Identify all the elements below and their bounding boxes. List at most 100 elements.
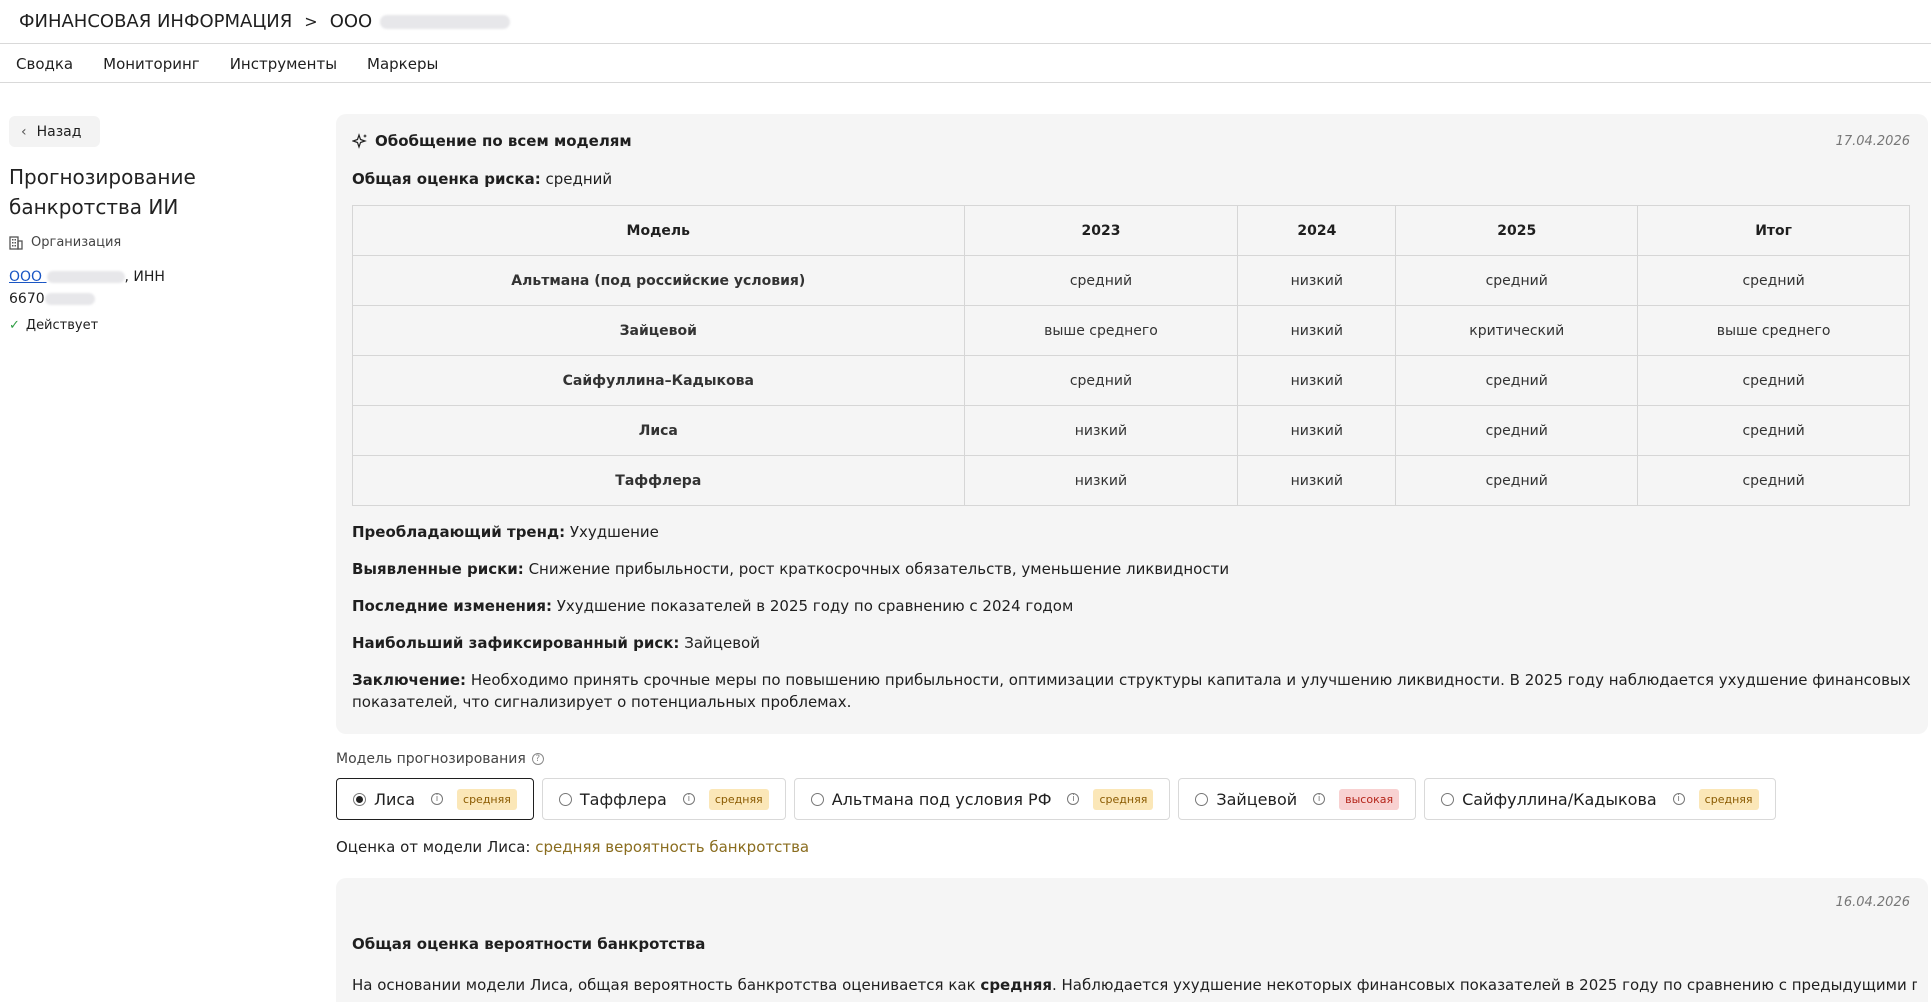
changes-label: Последние изменения: [352, 597, 552, 615]
table-cell: Таффлера [352, 455, 965, 506]
detail-date: 16.04.2026 [1835, 895, 1910, 910]
detail-text: На основании модели Лиса, общая вероятно… [352, 976, 1917, 994]
page-title: Прогнозирование банкротства ИИ [9, 165, 196, 219]
models-table: Модель 2023 2024 2025 Итог Альтмана (под… [352, 205, 1910, 506]
info-icon[interactable]: i [1672, 793, 1685, 805]
model-select-caption: Модель прогнозирования ? [336, 751, 544, 767]
detail-title: Общая оценка вероятности банкротства [352, 935, 706, 953]
column-header: 2024 [1237, 205, 1397, 256]
organization-label-text: Организация [31, 235, 122, 250]
check-icon: ✓ [9, 318, 20, 333]
overall-risk-label: Общая оценка риска: [352, 170, 541, 188]
summary-header: Обобщение по всем моделям [352, 132, 632, 150]
model-option-label: Сайфуллина/Кадыкова [1462, 789, 1657, 809]
tab-tools[interactable]: Инструменты [230, 55, 337, 73]
inn-label: , ИНН [124, 269, 165, 285]
table-cell: средний [1637, 355, 1910, 406]
conclusion-line: Заключение: Необходимо принять срочные м… [352, 669, 1912, 713]
conclusion-value: Необходимо принять срочные меры по повыш… [352, 671, 1911, 711]
model-radio-group: Лиса i средняя Таффлера i средняя Альтма… [336, 778, 1784, 820]
tab-summary[interactable]: Сводка [16, 55, 73, 73]
table-cell: Сайфуллина–Кадыкова [352, 355, 965, 406]
model-option-label: Альтмана под условия РФ [831, 789, 1052, 809]
table-cell: критический [1395, 305, 1639, 356]
model-result: Оценка от модели Лиса: средняя вероятнос… [336, 838, 809, 856]
radio-button[interactable] [1195, 792, 1209, 806]
detail-text-end: . Наблюдается ухудшение некоторых финанс… [1051, 976, 1917, 994]
max-risk-value: Зайцевой [684, 634, 760, 652]
tab-monitoring[interactable]: Мониторинг [103, 55, 200, 73]
model-option-label: Таффлера [579, 789, 667, 809]
changes-line: Последние изменения: Ухудшение показател… [352, 595, 1912, 617]
info-icon[interactable]: i [431, 793, 444, 805]
table-row: Альтмана (под российские условия) средни… [352, 255, 1910, 306]
company-name: ООО [329, 11, 373, 32]
table-cell: средний [963, 255, 1239, 306]
back-label: Назад [36, 123, 82, 140]
table-cell: средний [1395, 405, 1639, 456]
organization-prefix: ООО [9, 269, 43, 285]
table-cell: низкий [1237, 355, 1397, 406]
radio-button[interactable] [353, 792, 366, 806]
risks-label: Выявленные риски: [352, 560, 524, 578]
trend-line: Преобладающий тренд: Ухудшение [352, 521, 1912, 543]
breadcrumb-separator: > [304, 12, 318, 31]
radio-button[interactable] [810, 792, 824, 806]
status-badge: ✓ Действует [9, 318, 98, 333]
model-option-saifullin-kadykov[interactable]: Сайфуллина/Кадыкова i средняя [1424, 778, 1776, 820]
organization-info: ООО , ИНН 6670 [9, 266, 269, 310]
trend-value: Ухудшение [569, 523, 659, 541]
summary-date: 17.04.2026 [1835, 134, 1910, 149]
table-cell: Зайцевой [352, 305, 965, 356]
info-icon[interactable]: i [1313, 793, 1326, 805]
model-option-label: Зайцевой [1216, 789, 1298, 809]
model-option-altman[interactable]: Альтмана под условия РФ i средняя [793, 778, 1171, 820]
redacted-org-name [46, 271, 125, 283]
info-icon[interactable]: i [1067, 793, 1080, 805]
risks-value: Снижение прибыльности, рост краткосрочны… [528, 560, 1230, 578]
table-cell: низкий [1237, 455, 1397, 506]
table-cell: Лиса [352, 405, 965, 456]
help-icon[interactable]: ? [531, 753, 544, 765]
radio-button[interactable] [1441, 792, 1455, 806]
detail-text-bold: средняя [980, 976, 1052, 994]
detail-text-start: На основании модели Лиса, общая вероятно… [352, 976, 981, 994]
table-cell: средний [963, 355, 1239, 406]
inn-value: 6670 [9, 291, 45, 307]
model-select-label: Модель прогнозирования [336, 751, 526, 767]
breadcrumb: ФИНАНСОВАЯ ИНФОРМАЦИЯ > ООО [0, 0, 1931, 44]
risk-badge: средняя [1093, 788, 1154, 810]
table-row: Зайцевой выше среднего низкий критически… [352, 305, 1910, 356]
table-cell: выше среднего [1637, 305, 1910, 356]
organization-label: Организация [9, 235, 121, 250]
model-option-lisa[interactable]: Лиса i средняя [336, 778, 534, 820]
column-header: 2025 [1395, 205, 1639, 256]
table-cell: низкий [1237, 255, 1397, 306]
table-cell: средний [1395, 255, 1639, 306]
organization-link[interactable]: ООО [9, 269, 125, 285]
max-risk-label: Наибольший зафиксированный риск: [352, 634, 680, 652]
table-cell: низкий [963, 455, 1239, 506]
table-cell: выше среднего [963, 305, 1239, 356]
info-icon[interactable]: i [682, 793, 695, 805]
table-cell: средний [1395, 455, 1639, 506]
overall-risk-value: средний [545, 170, 613, 188]
status-text: Действует [25, 318, 99, 333]
risk-badge: средняя [457, 788, 517, 810]
back-button[interactable]: ‹ Назад [9, 116, 100, 147]
table-cell: средний [1637, 455, 1910, 506]
summary-title: Обобщение по всем моделям [375, 132, 632, 150]
model-option-taffler[interactable]: Таффлера i средняя [541, 778, 786, 820]
radio-button[interactable] [558, 792, 572, 806]
table-row: Сайфуллина–Кадыкова средний низкий средн… [352, 355, 1910, 406]
model-result-value: средняя вероятность банкротства [535, 838, 810, 856]
model-option-zaitseva[interactable]: Зайцевой i высокая [1178, 778, 1417, 820]
table-cell: низкий [963, 405, 1239, 456]
overall-risk: Общая оценка риска: средний [352, 170, 612, 188]
max-risk-line: Наибольший зафиксированный риск: Зайцево… [352, 632, 1912, 654]
chevron-left-icon: ‹ [21, 123, 27, 140]
summary-card: Обобщение по всем моделям 17.04.2026 Общ… [336, 114, 1928, 734]
tab-markers[interactable]: Маркеры [367, 55, 438, 73]
table-header-row: Модель 2023 2024 2025 Итог [352, 205, 1910, 256]
trend-label: Преобладающий тренд: [352, 523, 566, 541]
